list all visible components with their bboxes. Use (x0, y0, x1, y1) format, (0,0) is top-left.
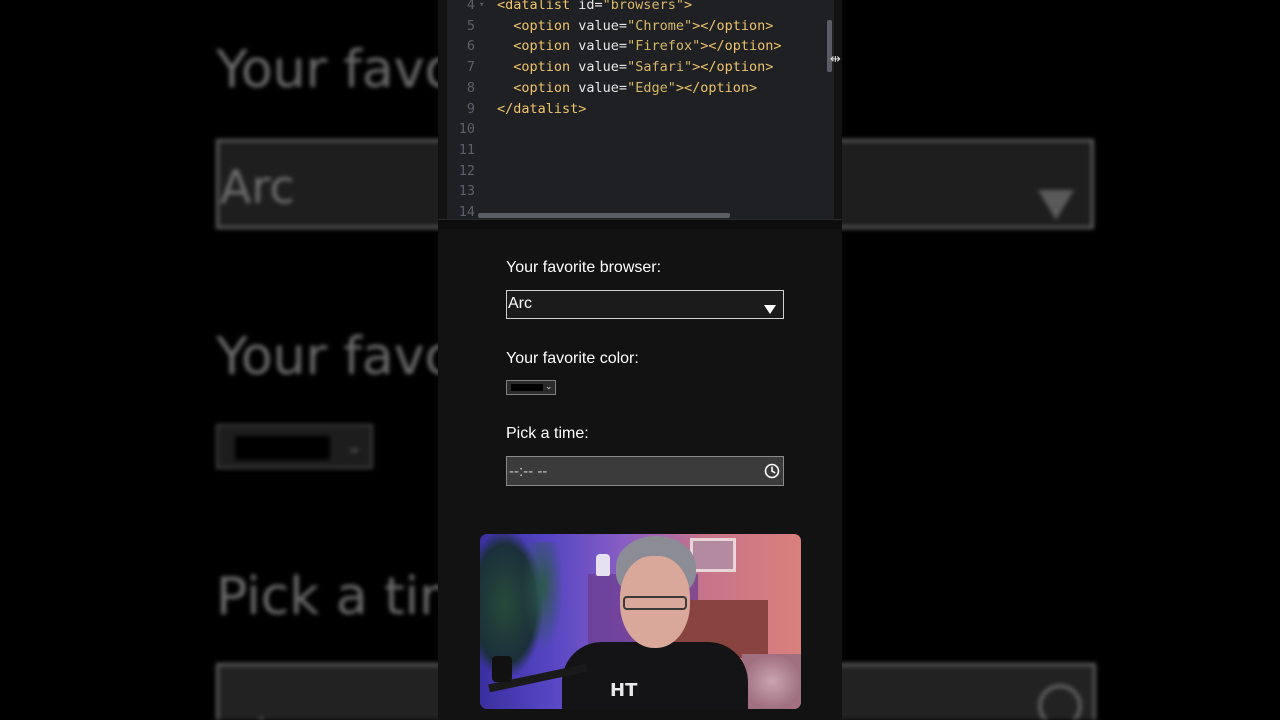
code-token: <option (497, 79, 579, 96)
code-token: "Firefox" (627, 38, 701, 55)
code-text: <option value="Chrome"></option> (497, 16, 773, 36)
code-text: <option value="Firefox"></option> (497, 36, 782, 56)
code-token: "Safari" (627, 59, 693, 76)
code-editor[interactable]: 4 ▾ <datalist id="browsers"> 5 <option valu… (447, 0, 834, 219)
code-token: ></option> (692, 59, 774, 76)
webcam-plant-2 (522, 542, 564, 652)
resize-handle-icon[interactable]: ⇹ (830, 52, 841, 67)
line-number: 12 (458, 162, 475, 179)
bg-dropdown-arrow-icon (1038, 190, 1074, 220)
code-token: ></option> (675, 79, 758, 96)
dropdown-arrow-icon[interactable] (764, 305, 776, 314)
webcam-shirt (562, 642, 748, 709)
code-token: ></option> (692, 17, 774, 34)
code-text: <datalist id="browsers"> (497, 0, 692, 15)
code-token: "browsers" (602, 0, 684, 13)
webcam-shirt-logo: HT (610, 680, 638, 701)
bg-clock-icon (1038, 684, 1082, 720)
code-token: value= (578, 79, 628, 96)
color-swatch (511, 384, 543, 391)
bg-color-label: Your favo (216, 327, 457, 387)
bg-browser-select-value: Arc (220, 160, 295, 214)
line-number: 4 (466, 0, 475, 13)
webcam-microphone (492, 656, 512, 682)
browser-select[interactable]: Arc (506, 290, 784, 319)
code-token: <option (497, 17, 579, 34)
bg-time-value: --:-- -- (222, 700, 346, 720)
code-token: value= (578, 38, 628, 55)
webcam-rug (742, 654, 801, 709)
line-number: 8 (466, 79, 475, 96)
code-text: <option value="Edge"></option> (497, 78, 757, 98)
time-input[interactable]: --:-- -- (506, 456, 784, 486)
line-number: 10 (458, 121, 475, 138)
bg-color-swatch (235, 436, 330, 460)
code-token: <datalist (497, 0, 579, 13)
time-label: Pick a time: (506, 425, 589, 442)
time-placeholder: --:-- -- (509, 463, 548, 480)
bg-browser-label: Your favo (216, 40, 457, 100)
webcam-lamp (596, 554, 610, 576)
code-token: "Chrome" (627, 17, 693, 34)
line-number: 5 (466, 17, 475, 34)
fold-arrow-icon[interactable]: ▾ (479, 0, 484, 15)
browser-label: Your favorite browser: (506, 259, 662, 276)
bg-chevron-down-icon: ⌄ (345, 434, 364, 459)
webcam-picture-frame (690, 538, 736, 572)
line-number: 7 (466, 59, 475, 76)
line-number: 14 (458, 204, 475, 219)
chevron-down-icon: ⌄ (545, 382, 553, 392)
webcam-glasses (623, 596, 687, 610)
code-text: </datalist> (497, 99, 586, 119)
line-number: 13 (458, 183, 475, 200)
code-token: <option (497, 59, 579, 76)
browser-select-value: Arc (508, 295, 532, 312)
code-text: <option value="Safari"></option> (497, 57, 773, 77)
webcam-overlay: HT (480, 534, 801, 709)
code-token: id= (578, 0, 603, 13)
code-token: "Edge" (627, 79, 676, 96)
line-number: 6 (466, 38, 475, 55)
clock-icon[interactable] (764, 463, 780, 479)
code-token: value= (578, 59, 628, 76)
line-number: 11 (458, 141, 475, 158)
line-number: 9 (466, 100, 475, 117)
code-token: > (683, 0, 693, 13)
code-token: </datalist> (497, 100, 587, 117)
code-token: <option (497, 38, 579, 55)
code-token: value= (578, 17, 628, 34)
bg-time-label: Pick a tim (216, 567, 470, 627)
pane-divider[interactable] (438, 219, 842, 229)
color-picker[interactable]: ⌄ (506, 380, 556, 395)
horizontal-scrollbar[interactable] (478, 213, 730, 218)
color-label: Your favorite color: (506, 350, 639, 367)
code-token: ></option> (700, 38, 782, 55)
preview-column: 4 ▾ <datalist id="browsers"> 5 <option valu… (438, 0, 842, 720)
